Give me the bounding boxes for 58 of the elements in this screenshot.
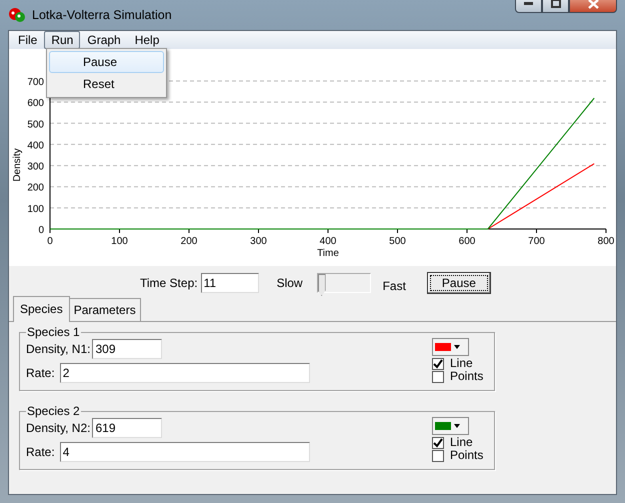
menu-option[interactable]: Pause [49,51,164,73]
input-field[interactable]: 4 [60,442,310,462]
checkmark-icon [433,358,443,368]
group-title: Species 2 [26,404,81,418]
menu-item[interactable]: Graph [80,31,128,49]
axis-tick-label: 500 [27,119,44,130]
menu-item[interactable]: File [11,31,44,49]
color-picker[interactable] [432,417,469,435]
axis-tick-label: 400 [320,236,336,247]
slider-thumb[interactable] [318,274,326,296]
input-field[interactable]: 309 [92,339,162,359]
menu-item[interactable]: Run [44,31,80,49]
caret-icon [454,424,460,428]
field-label: Density, N1: [26,341,90,358]
axis-tick-label: 0 [47,236,53,247]
minimize-icon [524,2,533,5]
input-field[interactable]: 11 [200,273,259,293]
axis-tick-label: 800 [598,236,614,247]
tab[interactable]: Species [13,296,70,322]
checkbox[interactable]: Points [432,370,488,383]
checkmark-icon [433,438,443,448]
axis-tick-label: 300 [27,162,44,173]
menu-item[interactable]: Help [128,31,166,49]
field-label: Density, N2: [26,420,90,437]
axis-tick-label: 200 [27,182,44,194]
caret-icon [454,345,460,349]
window-title: Lotka-Volterra Simulation [32,6,172,24]
slider-label: Slow [276,275,303,292]
axis-tick-label: 700 [528,236,545,247]
tab[interactable]: Parameters [68,298,141,321]
axis-title: Time [317,248,339,259]
axis-title: Density [12,148,23,182]
axis-tick-label: 400 [27,140,44,152]
group-title: Species 1 [26,325,81,339]
color-picker[interactable] [432,338,469,356]
checkbox[interactable]: Line [432,436,488,449]
app-icon [8,7,26,23]
axis-tick-label: 700 [27,77,44,88]
axis-tick-label: 600 [27,98,44,110]
input-field[interactable]: 619 [92,418,162,438]
slider-label: Fast [382,278,406,295]
input-field[interactable]: 2 [60,363,310,383]
checkbox[interactable]: Points [432,449,488,462]
axis-tick-label: 600 [458,236,476,247]
axis-tick-label: 0 [38,225,44,236]
axis-tick-label: 300 [250,236,267,247]
close-icon [588,0,598,8]
axis-tick-label: 200 [180,236,198,247]
maximize-icon [550,0,560,8]
axis-tick-label: 100 [27,204,44,215]
checkbox[interactable]: Line [432,357,488,370]
menu-option[interactable]: Reset [49,73,164,95]
axis-tick-label: 500 [389,236,406,247]
field-label: Time Step: [140,275,198,292]
field-label: Rate: [26,365,55,382]
pause-button[interactable]: Pause [426,272,491,294]
field-label: Rate: [26,444,55,461]
axis-tick-label: 100 [111,236,128,247]
